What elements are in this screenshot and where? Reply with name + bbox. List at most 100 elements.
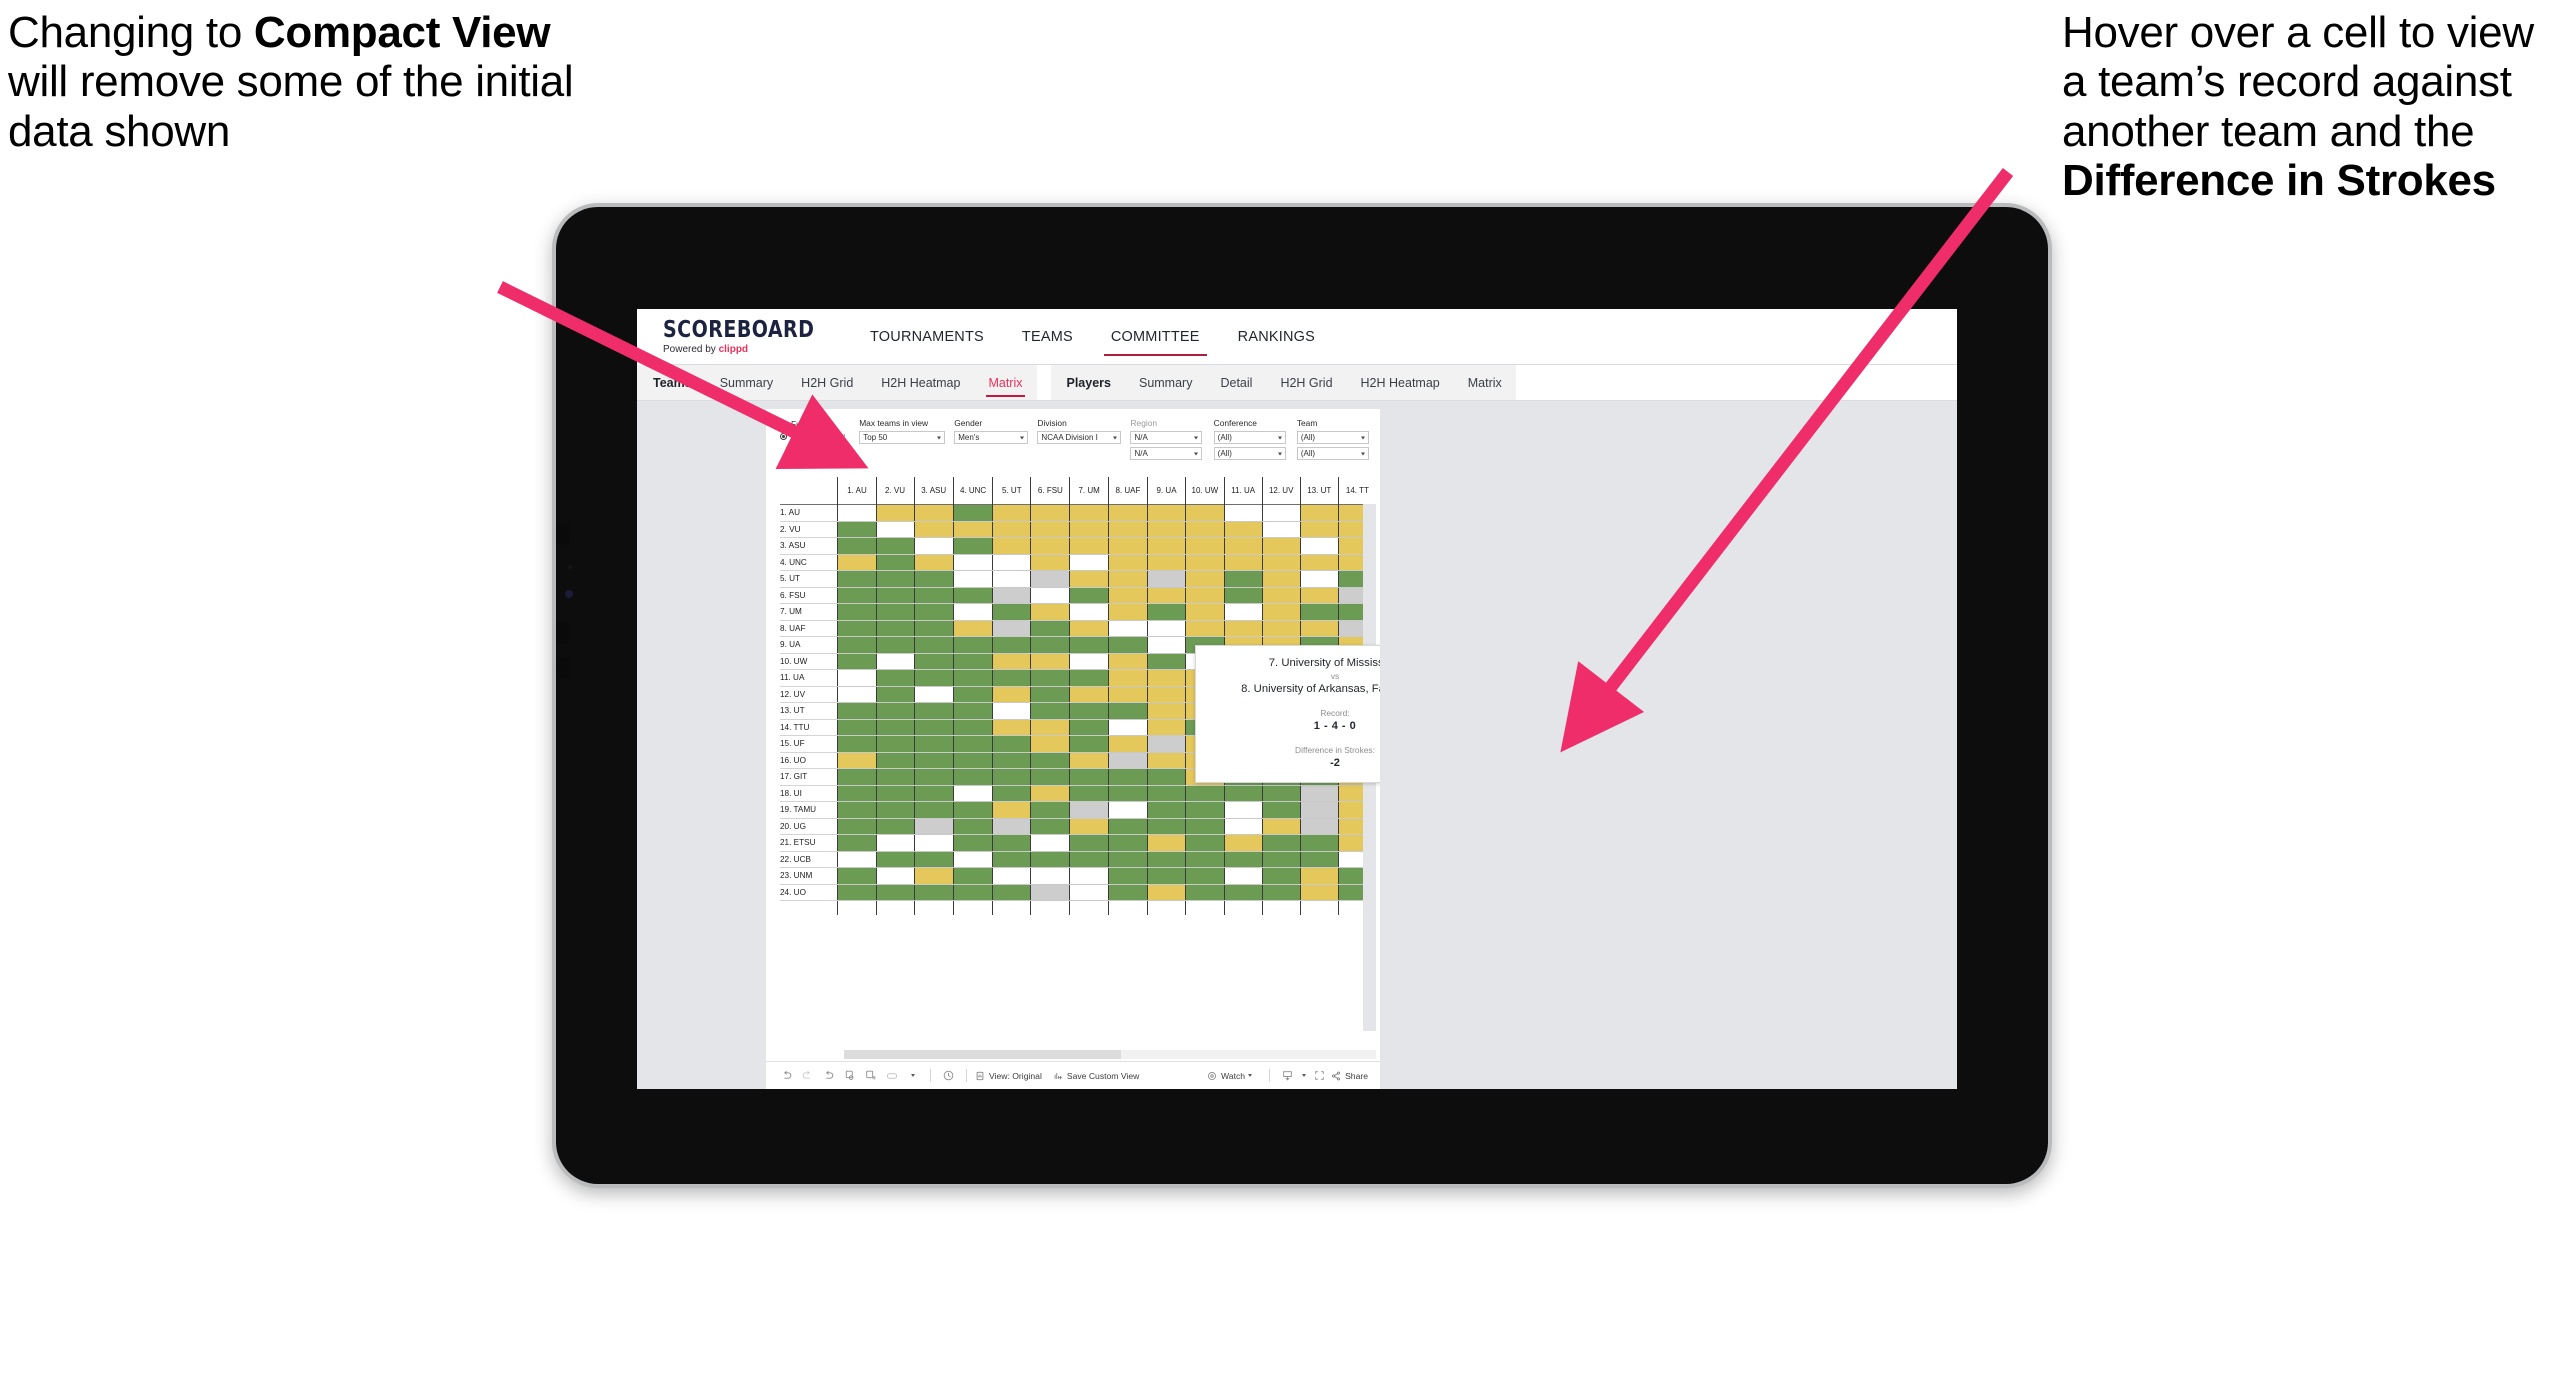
- filter-select-team-2[interactable]: (All): [1296, 447, 1369, 460]
- matrix-cell[interactable]: [952, 801, 993, 819]
- matrix-cell[interactable]: [1185, 537, 1225, 555]
- matrix-cell[interactable]: [1069, 719, 1109, 736]
- horizontal-scrollbar[interactable]: [844, 1050, 1376, 1059]
- matrix-col-header[interactable]: 12. UV: [1261, 477, 1301, 505]
- matrix-cell[interactable]: [1069, 521, 1109, 538]
- matrix-cell[interactable]: [1223, 867, 1263, 885]
- matrix-cell[interactable]: [952, 537, 993, 555]
- matrix-cell[interactable]: [837, 768, 876, 786]
- matrix-cell[interactable]: [913, 867, 954, 885]
- matrix-cell[interactable]: [1185, 867, 1225, 885]
- matrix-cell[interactable]: [1069, 702, 1109, 720]
- matrix-cell[interactable]: [1223, 620, 1263, 637]
- matrix-cell[interactable]: [992, 686, 1031, 703]
- matrix-cell[interactable]: [875, 620, 915, 637]
- matrix-cell[interactable]: [1069, 603, 1109, 621]
- matrix-cell[interactable]: [875, 570, 915, 588]
- matrix-cell[interactable]: [1223, 801, 1263, 819]
- filter-select-max-teams[interactable]: Top 50: [859, 431, 946, 444]
- matrix-cell[interactable]: [1223, 521, 1263, 538]
- topnav-item-tournaments[interactable]: TOURNAMENTS: [851, 309, 1003, 365]
- matrix-cell[interactable]: [1107, 801, 1148, 819]
- matrix-cell[interactable]: [1107, 785, 1148, 802]
- matrix-cell[interactable]: [1223, 851, 1263, 868]
- matrix-cell[interactable]: [1147, 867, 1186, 885]
- topnav-item-rankings[interactable]: RANKINGS: [1219, 309, 1334, 365]
- matrix-cell[interactable]: [837, 504, 876, 522]
- matrix-cell[interactable]: [875, 867, 915, 885]
- matrix-cell[interactable]: [1069, 818, 1109, 835]
- matrix-cell[interactable]: [1261, 785, 1301, 802]
- matrix-cell[interactable]: [1107, 686, 1148, 703]
- matrix-cell[interactable]: [1030, 867, 1070, 885]
- matrix-cell[interactable]: [837, 818, 876, 835]
- matrix-cell[interactable]: [913, 686, 954, 703]
- matrix-cell[interactable]: [1147, 653, 1186, 670]
- matrix-cell[interactable]: [1030, 653, 1070, 670]
- matrix-cell[interactable]: [837, 735, 876, 753]
- matrix-cell[interactable]: [1299, 867, 1339, 885]
- matrix-cell[interactable]: [992, 818, 1031, 835]
- matrix-row-label[interactable]: 11. UA: [780, 669, 838, 687]
- matrix-cell[interactable]: [992, 884, 1031, 901]
- matrix-cell[interactable]: [1069, 752, 1109, 769]
- matrix-cell[interactable]: [837, 785, 876, 802]
- matrix-cell[interactable]: [1069, 554, 1109, 571]
- matrix-cell[interactable]: [1223, 884, 1263, 901]
- matrix-cell[interactable]: [952, 867, 993, 885]
- matrix-cell[interactable]: [1147, 620, 1186, 637]
- filter-select-conference-2[interactable]: (All): [1213, 447, 1286, 460]
- matrix-cell[interactable]: [1185, 620, 1225, 637]
- matrix-cell[interactable]: [913, 735, 954, 753]
- matrix-cell[interactable]: [1107, 834, 1148, 852]
- matrix-cell[interactable]: [1261, 570, 1301, 588]
- matrix-cell[interactable]: [1030, 570, 1070, 588]
- matrix-cell[interactable]: [992, 620, 1031, 637]
- matrix-cell[interactable]: [875, 686, 915, 703]
- topnav-item-committee[interactable]: COMMITTEE: [1092, 309, 1219, 365]
- matrix-cell[interactable]: [1069, 587, 1109, 604]
- matrix-cell[interactable]: [1299, 537, 1339, 555]
- matrix-cell[interactable]: [875, 636, 915, 654]
- matrix-cell[interactable]: [1299, 818, 1339, 835]
- matrix-cell[interactable]: [1030, 669, 1070, 687]
- matrix-cell[interactable]: [992, 801, 1031, 819]
- matrix-cell[interactable]: [1107, 851, 1148, 868]
- matrix-cell[interactable]: [1223, 537, 1263, 555]
- matrix-cell[interactable]: [1185, 801, 1225, 819]
- matrix-cell[interactable]: [837, 752, 876, 769]
- matrix-row-label[interactable]: 1. AU: [780, 504, 838, 522]
- matrix-cell[interactable]: [837, 867, 876, 885]
- matrix-col-header[interactable]: 8. UAF: [1107, 477, 1148, 505]
- matrix-cell[interactable]: [837, 719, 876, 736]
- matrix-cell[interactable]: [1185, 834, 1225, 852]
- revert-icon[interactable]: [818, 1065, 839, 1086]
- matrix-cell[interactable]: [1069, 653, 1109, 670]
- matrix-cell[interactable]: [875, 801, 915, 819]
- matrix-cell[interactable]: [1030, 768, 1070, 786]
- matrix-cell[interactable]: [875, 702, 915, 720]
- matrix-cell[interactable]: [952, 587, 993, 604]
- matrix-cell[interactable]: [992, 702, 1031, 720]
- matrix-col-header[interactable]: 9. UA: [1147, 477, 1186, 505]
- matrix-cell[interactable]: [992, 603, 1031, 621]
- matrix-cell[interactable]: [952, 818, 993, 835]
- matrix-cell[interactable]: [837, 570, 876, 588]
- matrix-cell[interactable]: [952, 554, 993, 571]
- horizontal-scrollbar-thumb[interactable]: [844, 1050, 1121, 1059]
- matrix-col-header[interactable]: 2. VU: [875, 477, 915, 505]
- matrix-row-label[interactable]: 17. GIT: [780, 768, 838, 786]
- matrix-cell[interactable]: [952, 504, 993, 522]
- matrix-cell[interactable]: [1223, 818, 1263, 835]
- matrix-cell[interactable]: [875, 752, 915, 769]
- matrix-cell[interactable]: [1299, 834, 1339, 852]
- matrix-cell[interactable]: [1107, 719, 1148, 736]
- matrix-cell[interactable]: [1147, 768, 1186, 786]
- matrix-cell[interactable]: [952, 521, 993, 538]
- matrix-cell[interactable]: [992, 719, 1031, 736]
- matrix-col-header[interactable]: 4. UNC: [952, 477, 993, 505]
- matrix-cell[interactable]: [913, 801, 954, 819]
- presentation-dropdown-caret[interactable]: [902, 1065, 923, 1086]
- matrix-cell[interactable]: [837, 554, 876, 571]
- matrix-cell[interactable]: [1107, 669, 1148, 687]
